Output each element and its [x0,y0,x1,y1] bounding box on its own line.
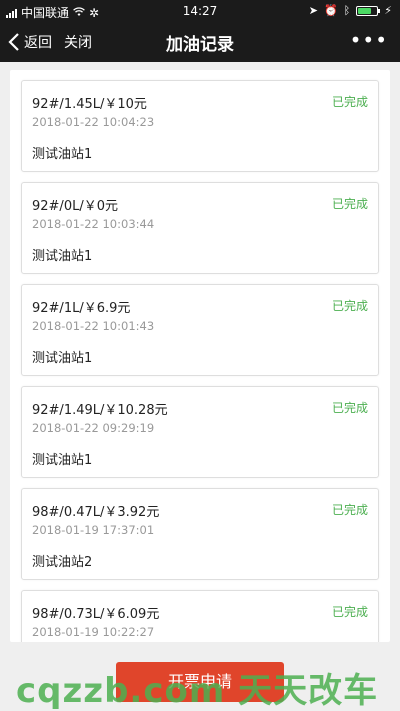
record-summary: 92#/0L/￥0元 [32,199,118,214]
record-summary: 92#/1.45L/￥10元 [32,97,147,112]
records-panel: 92#/1.45L/￥10元 已完成 2018-01-22 10:04:23 测… [10,70,390,642]
bluetooth-icon: ᛒ [343,4,351,17]
close-button[interactable]: 关闭 [64,32,92,52]
record-card[interactable]: 98#/0.47L/￥3.92元 已完成 2018-01-19 17:37:01… [21,488,379,580]
status-badge: 已完成 [331,197,368,211]
record-station: 测试油站1 [32,351,93,366]
record-time: 2018-01-19 10:22:27 [32,625,155,639]
record-card[interactable]: 98#/0.73L/￥6.09元 已完成 2018-01-19 10:22:27 [21,590,379,642]
chevron-left-icon [8,33,19,51]
record-summary: 98#/0.47L/￥3.92元 [32,505,160,520]
status-badge: 已完成 [331,401,368,415]
status-badge: 已完成 [331,299,368,313]
page-title: 加油记录 [166,35,234,55]
invoice-request-button[interactable]: 开票申请 [116,662,284,702]
more-menu-button[interactable]: ••• [350,28,388,52]
status-badge: 已完成 [331,503,368,517]
battery-icon [356,5,381,16]
bottom-bar: 开票申请 [0,650,400,711]
record-station: 测试油站1 [32,147,93,162]
status-right: ➤ ⏰ ᛒ ⚡ [309,4,392,17]
status-badge: 已完成 [331,605,368,619]
record-station: 测试油站2 [32,555,93,570]
status-bar: 中国联通 ✲ 14:27 ➤ ⏰ ᛒ ⚡ [0,0,400,22]
record-time: 2018-01-22 09:29:19 [32,421,155,435]
record-card[interactable]: 92#/1.45L/￥10元 已完成 2018-01-22 10:04:23 测… [21,80,379,172]
record-card[interactable]: 92#/0L/￥0元 已完成 2018-01-22 10:03:44 测试油站1 [21,182,379,274]
record-summary: 98#/0.73L/￥6.09元 [32,607,160,622]
status-badge: 已完成 [331,95,368,109]
record-card[interactable]: 92#/1.49L/￥10.28元 已完成 2018-01-22 09:29:1… [21,386,379,478]
record-summary: 92#/1.49L/￥10.28元 [32,403,168,418]
location-icon: ➤ [308,4,318,17]
record-list[interactable]: 92#/1.45L/￥10元 已完成 2018-01-22 10:04:23 测… [10,70,390,642]
record-station: 测试油站1 [32,249,93,264]
record-summary: 92#/1L/￥6.9元 [32,301,131,316]
nav-bar: 返回 关闭 加油记录 ••• [0,22,400,62]
back-button[interactable]: 返回 [8,32,52,52]
alarm-icon: ⏰ [323,4,338,17]
record-time: 2018-01-19 17:37:01 [32,523,155,537]
back-label: 返回 [24,35,52,51]
record-station: 测试油站1 [32,453,93,468]
record-card[interactable]: 92#/1L/￥6.9元 已完成 2018-01-22 10:01:43 测试油… [21,284,379,376]
record-time: 2018-01-22 10:01:43 [32,319,155,333]
record-time: 2018-01-22 10:03:44 [32,217,155,231]
record-time: 2018-01-22 10:04:23 [32,115,155,129]
charging-icon: ⚡ [384,4,392,17]
